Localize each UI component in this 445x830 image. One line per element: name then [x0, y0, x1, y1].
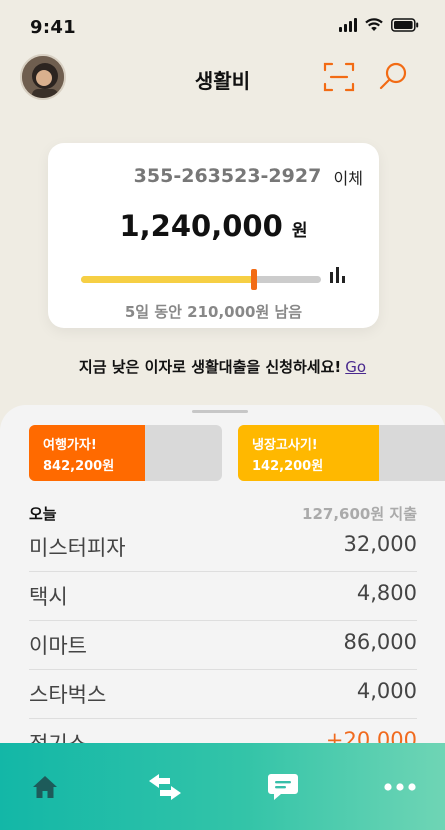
budget-progress-fill	[81, 276, 254, 283]
battery-icon	[391, 18, 419, 32]
bar-chart-icon	[330, 267, 345, 283]
goal-name: 냉장고사기!	[252, 438, 318, 453]
transfer-button[interactable]: 이체	[334, 165, 363, 189]
tab-bar	[0, 743, 445, 830]
transaction-name: 택시	[29, 585, 68, 609]
promo-go-link[interactable]: Go	[345, 358, 366, 376]
goal-card-travel[interactable]: 여행가자! 842,200원	[29, 425, 222, 481]
status-bar: 9:41	[0, 0, 445, 52]
budget-progress	[81, 269, 321, 290]
transaction-row[interactable]: 택시 4,800	[29, 572, 417, 621]
balance-currency: 원	[291, 221, 308, 241]
transaction-row[interactable]: 이마트 86,000	[29, 621, 417, 670]
transaction-amount: 86,000	[343, 630, 417, 654]
scan-button[interactable]	[322, 60, 356, 94]
transaction-amount: 4,000	[356, 679, 417, 703]
wifi-icon	[365, 18, 383, 31]
goal-card-fridge[interactable]: 냉장고사기! 142,200원	[238, 425, 445, 481]
signal-icon	[339, 18, 357, 32]
transaction-name: 이마트	[29, 634, 87, 658]
balance-amount: 1,240,000	[119, 209, 283, 243]
days-left-text: 5일 동안 210,000원 남음	[124, 303, 303, 321]
transaction-amount: 32,000	[343, 532, 417, 556]
status-icons	[339, 18, 419, 32]
goal-amount: 142,200원	[252, 459, 324, 474]
goal-name: 여행가자!	[43, 438, 97, 453]
account-card[interactable]: 355-263523-2927 이체 1,240,000 원 5일 동안 210…	[48, 143, 379, 328]
status-time: 9:41	[30, 17, 76, 38]
tab-chat[interactable]	[263, 769, 303, 805]
transaction-row[interactable]: 스타벅스 4,000	[29, 670, 417, 719]
tab-transfer[interactable]	[145, 769, 185, 805]
account-number: 355-263523-2927	[133, 165, 322, 187]
loan-promo: 지금 낮은 이자로 생활대출을 신청하세요! Go	[0, 356, 445, 377]
transaction-name: 스타벅스	[29, 683, 107, 707]
stats-button[interactable]	[329, 266, 347, 284]
tab-more[interactable]	[380, 769, 420, 805]
search-icon	[379, 62, 407, 90]
transaction-amount: 4,800	[356, 581, 417, 605]
app-header: 생활비	[0, 52, 445, 108]
goal-amount: 842,200원	[43, 459, 115, 474]
transaction-row[interactable]: 미스터피자 32,000	[29, 523, 417, 572]
more-icon	[384, 783, 416, 791]
search-button[interactable]	[376, 60, 410, 94]
tab-home[interactable]	[25, 769, 65, 805]
home-icon	[33, 776, 57, 798]
today-label: 오늘	[29, 505, 57, 523]
sheet-grabber[interactable]	[192, 410, 248, 413]
scan-icon	[323, 62, 355, 92]
chat-icon	[268, 774, 298, 800]
budget-progress-marker	[250, 269, 257, 290]
promo-text: 지금 낮은 이자로 생활대출을 신청하세요!	[78, 358, 342, 376]
today-total: 127,600원 지출	[302, 505, 417, 523]
balance: 1,240,000 원	[48, 209, 379, 243]
transfer-icon	[149, 774, 181, 800]
transaction-name: 미스터피자	[29, 536, 126, 560]
